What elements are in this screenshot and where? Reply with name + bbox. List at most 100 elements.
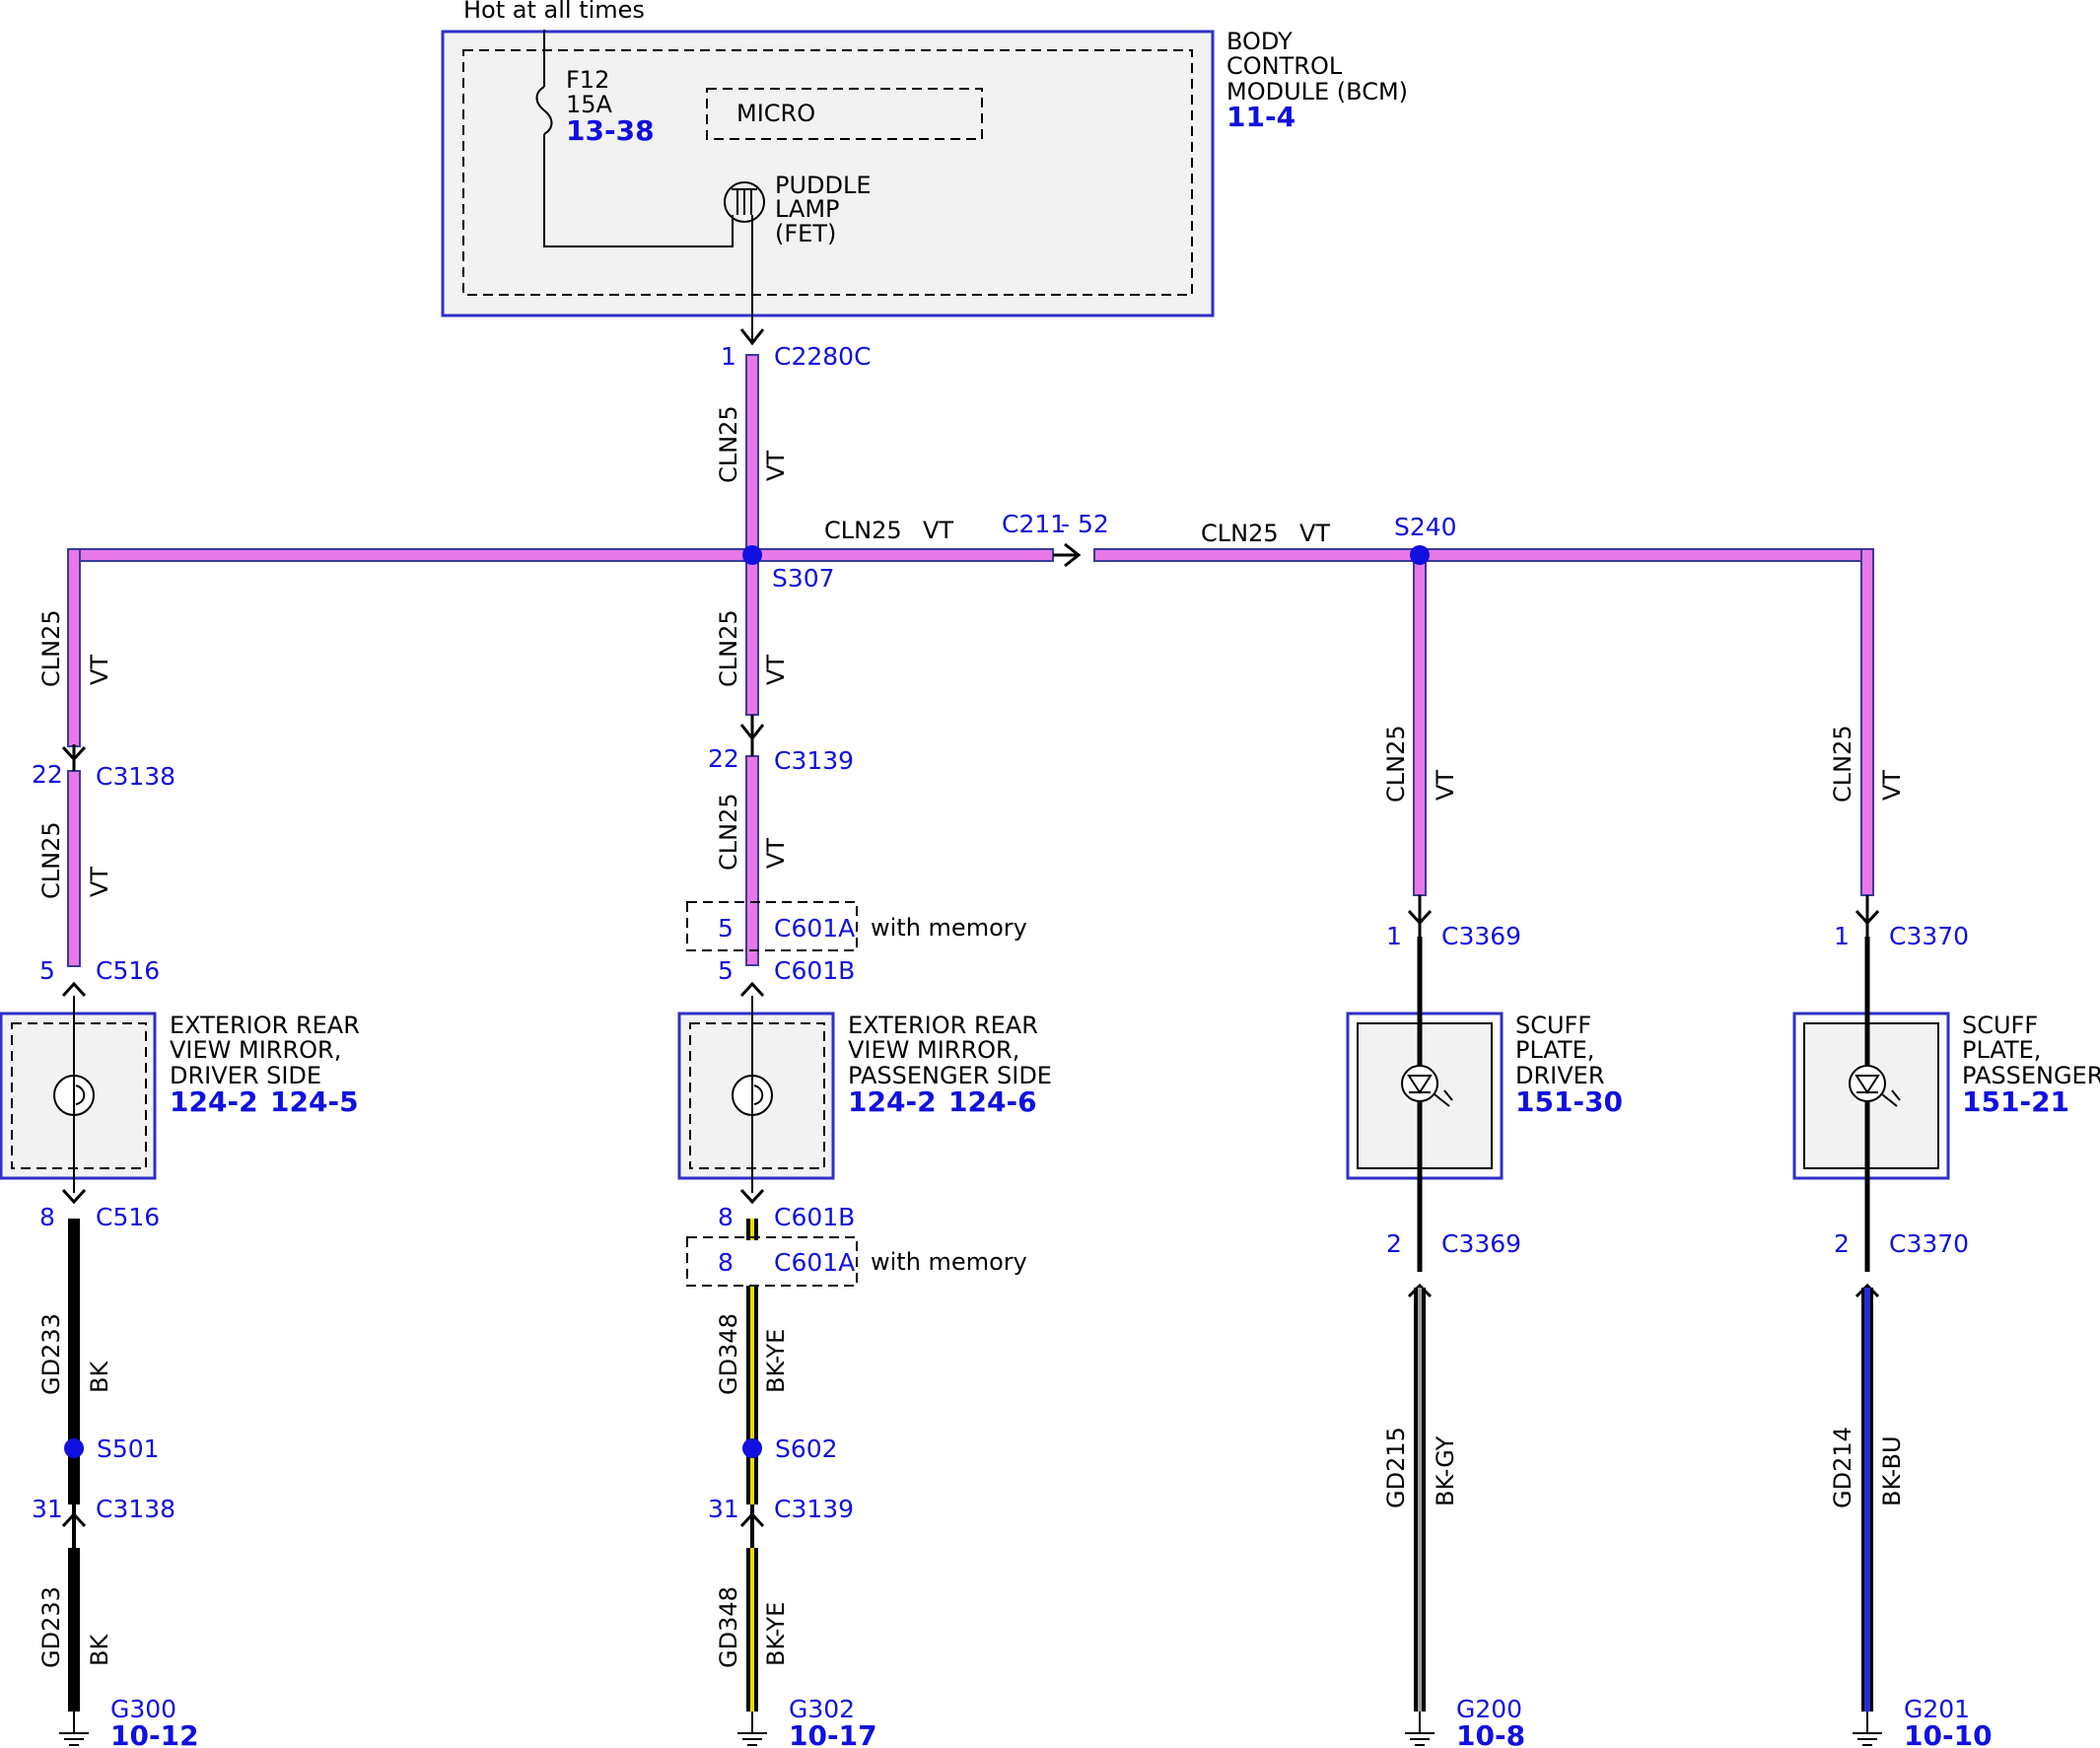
s501-label: S501: [97, 1434, 160, 1463]
ground-icons: [59, 1712, 1882, 1746]
gd233-color-upper: BK: [86, 1361, 113, 1393]
c3370-bot-name[interactable]: C3370: [1889, 1229, 1969, 1258]
fuse-name: F12: [566, 66, 609, 94]
vt-harness: [67, 354, 1874, 967]
s307-label: S307: [772, 564, 835, 593]
c601a-bot-pin: 8: [718, 1248, 734, 1277]
c516-bot-name[interactable]: C516: [96, 1203, 160, 1231]
s240-splice[interactable]: [1410, 545, 1430, 565]
mirror-passenger-label-1: EXTERIOR REAR: [848, 1012, 1038, 1039]
bcm-ref[interactable]: 11-4: [1226, 101, 1295, 133]
vt-wire-c211-s240: [1093, 548, 1421, 562]
wiring-diagram: Hot at all times F12 15A 13-38 MICRO PUD…: [0, 0, 2100, 1748]
c3370-top-pin: 1: [1834, 922, 1850, 950]
c601b-top-name[interactable]: C601B: [774, 956, 855, 985]
g300-ref[interactable]: 10-12: [110, 1719, 199, 1748]
wire-color-left-vertical: VT: [86, 655, 113, 685]
c3138-top-pin: 22: [32, 760, 63, 789]
c3369-bot-name[interactable]: C3369: [1441, 1229, 1521, 1258]
gd233-wire-upper: [68, 1219, 80, 1504]
c3369-bot-pin: 2: [1386, 1229, 1402, 1258]
gd348-color-upper: BK-YE: [762, 1329, 790, 1393]
vt-wire-c3138-c516: [67, 770, 81, 967]
gd215-circuit: GD215: [1382, 1427, 1410, 1508]
c3138-top-name[interactable]: C3138: [96, 762, 175, 791]
mirror-driver-ref-1[interactable]: 124-2: [170, 1085, 258, 1118]
c3138-bot-pin: 31: [32, 1495, 63, 1523]
c516-top-name[interactable]: C516: [96, 956, 160, 985]
c601a-top-name[interactable]: C601A: [774, 914, 855, 943]
mirror-driver-label-1: EXTERIOR REAR: [170, 1012, 360, 1039]
mirror-passenger-label-2: VIEW MIRROR,: [848, 1036, 1019, 1064]
c2280c-pin: 1: [721, 342, 736, 371]
s602-splice[interactable]: [742, 1438, 762, 1458]
c601a-bot-note: with memory: [871, 1248, 1027, 1276]
c211-arrow: [1053, 542, 1082, 568]
fet-label-2: LAMP: [775, 195, 840, 223]
wire-color-bcm-s307: VT: [762, 451, 790, 481]
mirror-passenger-ref-1[interactable]: 124-2: [848, 1085, 937, 1118]
gd233-color-lower: BK: [86, 1634, 113, 1666]
bcm-title-1: BODY: [1226, 28, 1293, 55]
gd348-circuit-upper: GD348: [715, 1313, 742, 1395]
c211-pin: - 52: [1061, 510, 1109, 538]
mirror-driver-lamp-icon: [53, 1075, 95, 1116]
bcm-title-2: CONTROL: [1226, 52, 1343, 80]
s307-splice[interactable]: [742, 545, 762, 565]
vt-wire-right-vertical: [1860, 548, 1874, 896]
c3139-bot-name[interactable]: C3139: [774, 1495, 854, 1523]
c601a-bot-name[interactable]: C601A: [774, 1248, 855, 1277]
gd233-circuit-lower: GD233: [37, 1586, 65, 1668]
scuff-driver-label-2: PLATE,: [1515, 1036, 1594, 1064]
gd215-wire: [1414, 1288, 1426, 1712]
gd214-wire: [1861, 1288, 1873, 1712]
wire-color-c3139-c601: VT: [762, 838, 790, 869]
c3139-top-name[interactable]: C3139: [774, 746, 854, 775]
c3369-top-pin: 1: [1386, 922, 1402, 950]
mirror-passenger-lamp-icon: [732, 1075, 773, 1116]
c601a-top-pin: 5: [718, 914, 734, 943]
c601a-top-note: with memory: [871, 914, 1027, 942]
c211-name[interactable]: C211: [1002, 510, 1066, 538]
c3369-top-name[interactable]: C3369: [1441, 922, 1521, 950]
scuff-driver-label-1: SCUFF: [1515, 1012, 1591, 1039]
c3370-top-name[interactable]: C3370: [1889, 922, 1969, 950]
gd348-wire: [746, 1219, 758, 1712]
wire-circuit-left-vertical: CLN25: [37, 609, 65, 687]
mirror-driver-label-2: VIEW MIRROR,: [170, 1036, 341, 1064]
vt-wire-c3139-c601: [745, 755, 759, 966]
c516-top-pin: 5: [39, 956, 55, 985]
wire-color-s307-c211: VT: [923, 517, 953, 544]
vt-wire-left-horizontal: [67, 548, 753, 562]
c3139-bot-pin: 31: [708, 1495, 739, 1523]
vt-connector-arrows: [61, 715, 1880, 998]
g200-ref[interactable]: 10-8: [1456, 1719, 1525, 1748]
c516-bot-pin: 8: [39, 1203, 55, 1231]
wire-color-c211-s240: VT: [1299, 520, 1330, 547]
g302-ref[interactable]: 10-17: [789, 1719, 877, 1748]
g201-ref[interactable]: 10-10: [1904, 1719, 1993, 1748]
scuff-passenger-ref[interactable]: 151-21: [1962, 1085, 2069, 1118]
gd348-circuit-lower: GD348: [715, 1586, 742, 1668]
c3138-bot-name[interactable]: C3138: [96, 1495, 175, 1523]
fuse-ref[interactable]: 13-38: [566, 114, 655, 147]
mirror-driver-ref-2[interactable]: 124-5: [270, 1085, 359, 1118]
ground-connector-arrows: [61, 1188, 1880, 1528]
s501-splice[interactable]: [64, 1438, 84, 1458]
power-label: Hot at all times: [463, 0, 645, 24]
scuff-driver-ref[interactable]: 151-30: [1515, 1085, 1623, 1118]
c3139-top-pin: 22: [708, 744, 739, 773]
gd233-wire-lower: [68, 1548, 80, 1712]
mirror-passenger-ref-2[interactable]: 124-6: [948, 1085, 1037, 1118]
vt-wire-s240-right: [1419, 548, 1874, 562]
c601b-bot-name[interactable]: C601B: [774, 1203, 855, 1231]
gd233-circuit-upper: GD233: [37, 1313, 65, 1395]
wire-color-c3138-c516: VT: [86, 867, 113, 897]
wire-color-s240-c3369: VT: [1432, 770, 1459, 801]
gd214-circuit: GD214: [1829, 1427, 1856, 1508]
wire-circuit-c3139-c601: CLN25: [715, 793, 742, 871]
s240-label: S240: [1394, 513, 1457, 541]
scuff-passenger-label-1: SCUFF: [1962, 1012, 2038, 1039]
c2280c-name[interactable]: C2280C: [774, 342, 872, 371]
c3370-bot-pin: 2: [1834, 1229, 1850, 1258]
